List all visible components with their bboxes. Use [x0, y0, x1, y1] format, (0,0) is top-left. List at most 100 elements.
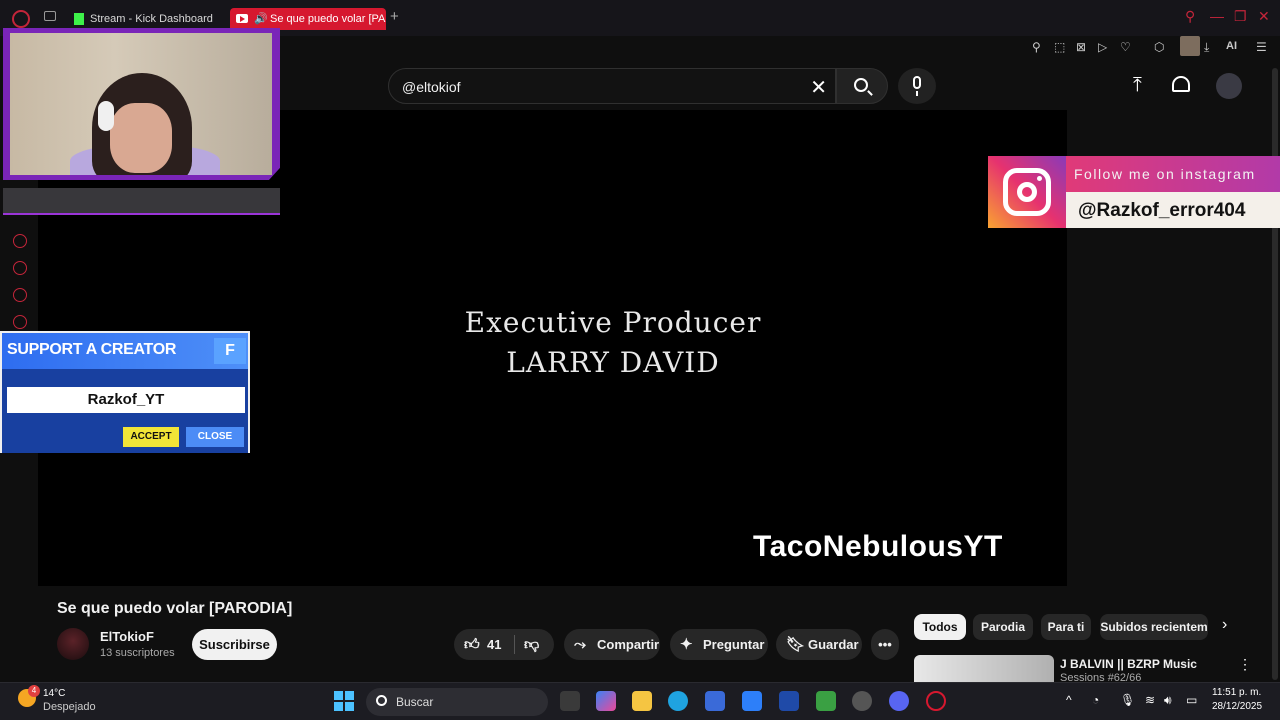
microphone-tray-icon[interactable]: 🎙︎ — [1120, 693, 1135, 707]
screen: { "browser": { "tabs": [ {"label": "Stre… — [0, 0, 1280, 720]
support-creator-header: SUPPORT A CREATOR F — [2, 333, 248, 369]
search-tabs-icon[interactable]: ⚲ — [1185, 8, 1195, 25]
minecraft-icon[interactable] — [816, 691, 836, 711]
new-tab-button[interactable]: + — [390, 8, 399, 25]
ask-button[interactable]: ✦ Preguntar — [670, 629, 768, 660]
windows-start-icon[interactable] — [334, 691, 354, 711]
clock-date[interactable]: 28/12/2025 — [1212, 701, 1262, 712]
microphone-icon — [913, 76, 921, 96]
copilot-icon[interactable] — [596, 691, 616, 711]
fortnite-logo-icon: F — [214, 338, 246, 364]
subscribe-button[interactable]: Suscribirse — [192, 629, 277, 660]
pin-icon[interactable]: ⚲ — [1032, 40, 1041, 54]
extensions-sidebar-icon[interactable] — [13, 288, 27, 302]
show-hidden-icons[interactable]: ^ — [1066, 693, 1072, 707]
workspaces-icon[interactable] — [44, 11, 56, 21]
save-button[interactable]: 🔖︎ Guardar — [776, 629, 862, 660]
upload-icon[interactable]: ⤒ — [1133, 74, 1142, 97]
file-explorer-icon[interactable] — [632, 691, 652, 711]
chip-subidos[interactable]: Subidos recientem — [1100, 614, 1208, 640]
share-label: Compartir — [597, 637, 660, 652]
instagram-follow-text: Follow me on instagram — [1074, 166, 1256, 182]
save-label: Guardar — [808, 637, 859, 652]
share-button[interactable]: ⤳ Compartir — [564, 629, 660, 660]
history-icon[interactable] — [13, 261, 27, 275]
heart-icon[interactable]: ♡ — [1120, 40, 1131, 54]
opera-taskbar-icon[interactable] — [926, 691, 946, 711]
tab-label: Stream - Kick Dashboard — [90, 13, 213, 25]
youtube-icon — [236, 14, 248, 23]
video-watermark: TacoNebulousYT — [753, 530, 1003, 563]
ai-button[interactable]: AI — [1226, 40, 1237, 52]
webcam-name-bar — [3, 188, 280, 215]
app-icon[interactable] — [779, 691, 799, 711]
adblock-icon[interactable]: ⊠ — [1076, 40, 1086, 54]
speaker-icon[interactable]: 🔊 — [254, 8, 268, 30]
close-window-icon[interactable]: ✕ — [1258, 8, 1270, 25]
chip-parodia[interactable]: Parodia — [973, 614, 1033, 640]
instagram-logo-dot — [1037, 176, 1042, 181]
channel-name[interactable]: ElTokioF — [100, 629, 154, 644]
webcam-feed — [10, 33, 272, 175]
player-sidebar-icon[interactable] — [13, 234, 27, 248]
clear-search-icon[interactable]: ✕ — [810, 75, 827, 100]
kick-icon — [74, 13, 84, 25]
creator-code-field: Razkof_YT — [7, 387, 245, 413]
clock-time[interactable]: 11:51 p. m. — [1212, 687, 1261, 698]
network-alert-icon[interactable]: ◔ — [1092, 693, 1099, 707]
related-thumbnail[interactable] — [914, 655, 1054, 682]
store-icon[interactable] — [705, 691, 725, 711]
search-value: @eltokiof — [402, 79, 461, 95]
download-icon[interactable]: ⤓ — [1204, 40, 1209, 55]
task-view-icon[interactable] — [560, 691, 580, 711]
chevron-right-icon[interactable]: › — [1222, 616, 1227, 634]
support-creator-title: SUPPORT A CREATOR — [7, 341, 177, 358]
more-actions-icon[interactable]: ••• — [871, 629, 899, 660]
maximize-icon[interactable]: ❐ — [1234, 8, 1247, 25]
voice-search-button[interactable] — [898, 68, 936, 104]
edge-icon[interactable] — [668, 691, 688, 711]
account-avatar[interactable] — [1216, 73, 1242, 99]
sparkle-icon: ✦ — [680, 636, 693, 653]
taskbar-search[interactable]: Buscar — [366, 688, 548, 716]
discord-icon[interactable] — [889, 691, 909, 711]
browser-toolbar: ⚲ ⬚ ⊠ ▷ ♡ ⬡ ⤓ AI ☰ — [1020, 36, 1280, 58]
instagram-logo-frame — [1003, 168, 1051, 216]
volume-icon[interactable]: 🔊︎ — [1164, 693, 1172, 708]
minimize-icon[interactable]: — — [1210, 8, 1224, 24]
tab-kick-dashboard[interactable]: Stream - Kick Dashboard — [70, 8, 220, 30]
like-dislike-group: 👍︎ 41 👎︎ — [454, 629, 554, 660]
like-divider — [514, 635, 515, 654]
dropbox-icon[interactable] — [742, 691, 762, 711]
accept-button: ACCEPT — [123, 427, 179, 447]
related-title[interactable]: J BALVIN || BZRP Music — [1060, 657, 1197, 671]
tab-youtube-video[interactable]: 🔊 Se que puedo volar [PA — [230, 8, 386, 30]
channel-avatar[interactable] — [57, 628, 89, 660]
wifi-icon[interactable]: ≋ — [1145, 693, 1155, 707]
search-button[interactable] — [836, 68, 888, 104]
like-count[interactable]: 41 — [487, 629, 501, 660]
chip-para-ti[interactable]: Para ti — [1041, 614, 1091, 640]
instagram-logo-lens — [1017, 182, 1037, 202]
search-input[interactable]: @eltokiof ✕ — [388, 68, 836, 104]
opera-logo-icon[interactable] — [12, 10, 30, 28]
dislike-icon[interactable]: 👎︎ — [524, 629, 539, 660]
taskbar-search-label: Buscar — [396, 695, 434, 709]
webcam-face — [110, 103, 172, 173]
like-icon[interactable]: 👍︎ — [464, 629, 480, 660]
extensions-icon[interactable]: ⬡ — [1154, 40, 1164, 54]
support-creator-overlay: SUPPORT A CREATOR F Razkof_YT ACCEPT CLO… — [0, 331, 250, 453]
profile-avatar[interactable] — [1180, 36, 1200, 56]
related-subtitle: Sessions #62/66 — [1060, 672, 1142, 682]
notifications-icon[interactable] — [1172, 76, 1190, 92]
related-menu-icon[interactable]: ⋮ — [1238, 656, 1252, 673]
menu-icon[interactable]: ☰ — [1256, 40, 1267, 54]
snapshot-icon[interactable]: ⬚ — [1054, 40, 1065, 54]
chip-todos[interactable]: Todos — [914, 614, 966, 640]
share-icon: ⤳ — [574, 636, 587, 653]
player-icon[interactable]: ▷ — [1098, 40, 1107, 54]
settings-icon[interactable] — [13, 315, 27, 329]
battery-icon[interactable]: ▭ — [1186, 693, 1197, 707]
steam-icon[interactable] — [852, 691, 872, 711]
search-icon — [376, 695, 387, 706]
